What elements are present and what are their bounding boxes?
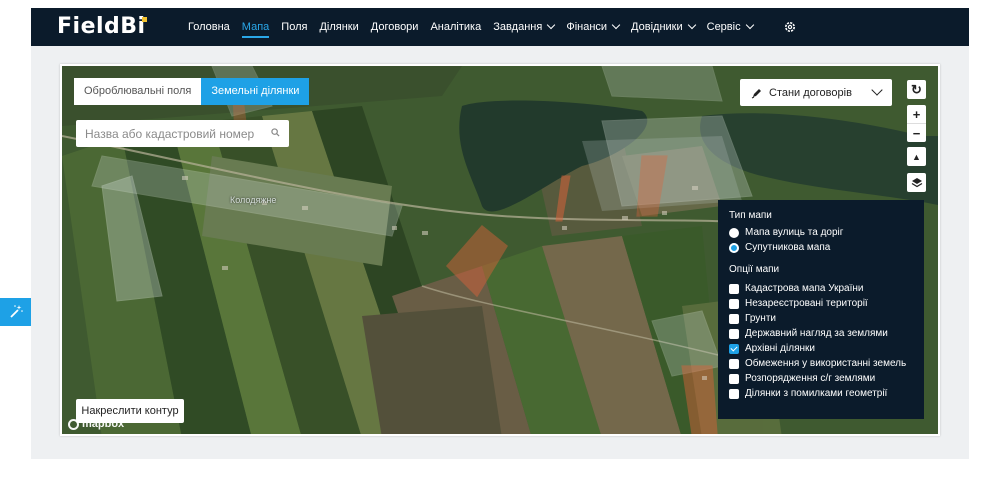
map-layer-tabs: Оброблювальні поля Земельні ділянки <box>74 78 310 105</box>
minus-icon: − <box>912 125 921 141</box>
nav-item-parcels[interactable]: Ділянки <box>319 8 358 46</box>
map-type-title: Тип мапи <box>729 210 772 221</box>
option-state-supervision[interactable]: Державний нагляд за землями <box>729 327 888 340</box>
map-layers-panel: Тип мапи Мапа вулиць та доріг Супутников… <box>718 200 924 419</box>
tab-land-parcels[interactable]: Земельні ділянки <box>201 78 310 105</box>
mapbox-logo-icon <box>68 418 79 430</box>
village-label: Колодяжне <box>230 195 277 205</box>
chevron-down-icon <box>611 20 621 30</box>
search-icon[interactable] <box>271 128 280 137</box>
nav-item-map[interactable]: Мапа <box>241 8 270 46</box>
option-unregistered[interactable]: Незареєстровані території <box>729 297 868 310</box>
parcel-search <box>76 120 289 147</box>
option-agri-land-disposal[interactable]: Розпорядження с/г землями <box>729 372 875 385</box>
magic-wand-icon <box>9 305 23 318</box>
checkbox-archive-parcels[interactable] <box>729 343 739 354</box>
checkbox-agri-land-disposal[interactable] <box>729 373 739 384</box>
checkbox-unregistered[interactable] <box>729 298 739 309</box>
checkbox-geometry-errors[interactable] <box>729 388 739 399</box>
option-soils[interactable]: Грунти <box>729 312 776 325</box>
nav-item-analytics[interactable]: Аналітика <box>430 8 481 46</box>
chevron-down-icon <box>871 84 883 96</box>
plus-icon: + <box>912 107 921 122</box>
nav-item-fields[interactable]: Поля <box>281 8 307 46</box>
layers-button[interactable] <box>907 173 926 192</box>
option-geometry-errors[interactable]: Ділянки з помилками геометрії <box>729 387 887 400</box>
option-archive-parcels[interactable]: Архівні ділянки <box>729 342 815 355</box>
nav-item-contracts[interactable]: Договори <box>371 8 419 46</box>
checkbox-state-supervision[interactable] <box>729 328 739 339</box>
checkbox-cadastral-map[interactable] <box>729 283 739 294</box>
chevron-down-icon <box>745 20 754 30</box>
search-input[interactable] <box>76 120 266 147</box>
nav-item-home[interactable]: Головна <box>188 8 230 46</box>
compass-button[interactable]: ▲ <box>907 147 926 166</box>
zoom-in-button[interactable]: + <box>907 105 926 124</box>
fieldbi-logo[interactable]: FieldBi <box>57 14 147 39</box>
gear-icon[interactable] <box>783 20 797 34</box>
refresh-button[interactable]: ↻ <box>907 80 926 99</box>
map-type-streets[interactable]: Мапа вулиць та доріг <box>729 226 843 239</box>
radio-streets[interactable] <box>729 227 739 238</box>
nav-item-tasks[interactable]: Завдання <box>493 8 556 46</box>
contract-status-dropdown[interactable]: Стани договорів <box>740 79 892 106</box>
checkbox-land-restrictions[interactable] <box>729 358 739 369</box>
option-cadastral-map[interactable]: Кадастрова мапа України <box>729 282 864 295</box>
layers-icon <box>911 177 922 187</box>
nav-item-directories[interactable]: Довідники <box>631 8 696 46</box>
satellite-map[interactable]: Колодяжне Оброблювальні поля Земельні ді… <box>60 64 940 436</box>
magic-wand-button[interactable] <box>0 298 31 326</box>
chevron-down-icon <box>547 20 556 30</box>
refresh-icon: ↻ <box>911 81 922 97</box>
top-navbar: FieldBi Головна Мапа Поля Ділянки Догово… <box>31 8 969 46</box>
radio-satellite[interactable] <box>729 242 739 253</box>
map-type-satellite[interactable]: Супутникова мапа <box>729 241 830 254</box>
mapbox-attribution[interactable]: mapbox <box>68 418 124 430</box>
pen-icon <box>751 88 761 98</box>
contract-status-label: Стани договорів <box>769 86 852 99</box>
nav-menu: Головна Мапа Поля Ділянки Договори Аналі… <box>188 8 765 46</box>
nav-item-service[interactable]: Сервіс <box>707 8 754 46</box>
map-options-title: Опції мапи <box>729 264 780 275</box>
nav-item-finance[interactable]: Фінанси <box>566 8 621 46</box>
checkbox-soils[interactable] <box>729 313 739 324</box>
zoom-out-button[interactable]: − <box>907 123 926 142</box>
tab-cultivated-fields[interactable]: Оброблювальні поля <box>74 78 202 105</box>
chevron-down-icon <box>687 20 696 30</box>
app-frame: FieldBi Головна Мапа Поля Ділянки Догово… <box>31 8 969 459</box>
option-land-restrictions[interactable]: Обмеження у використанні земель <box>729 357 906 370</box>
compass-icon: ▲ <box>912 151 921 162</box>
